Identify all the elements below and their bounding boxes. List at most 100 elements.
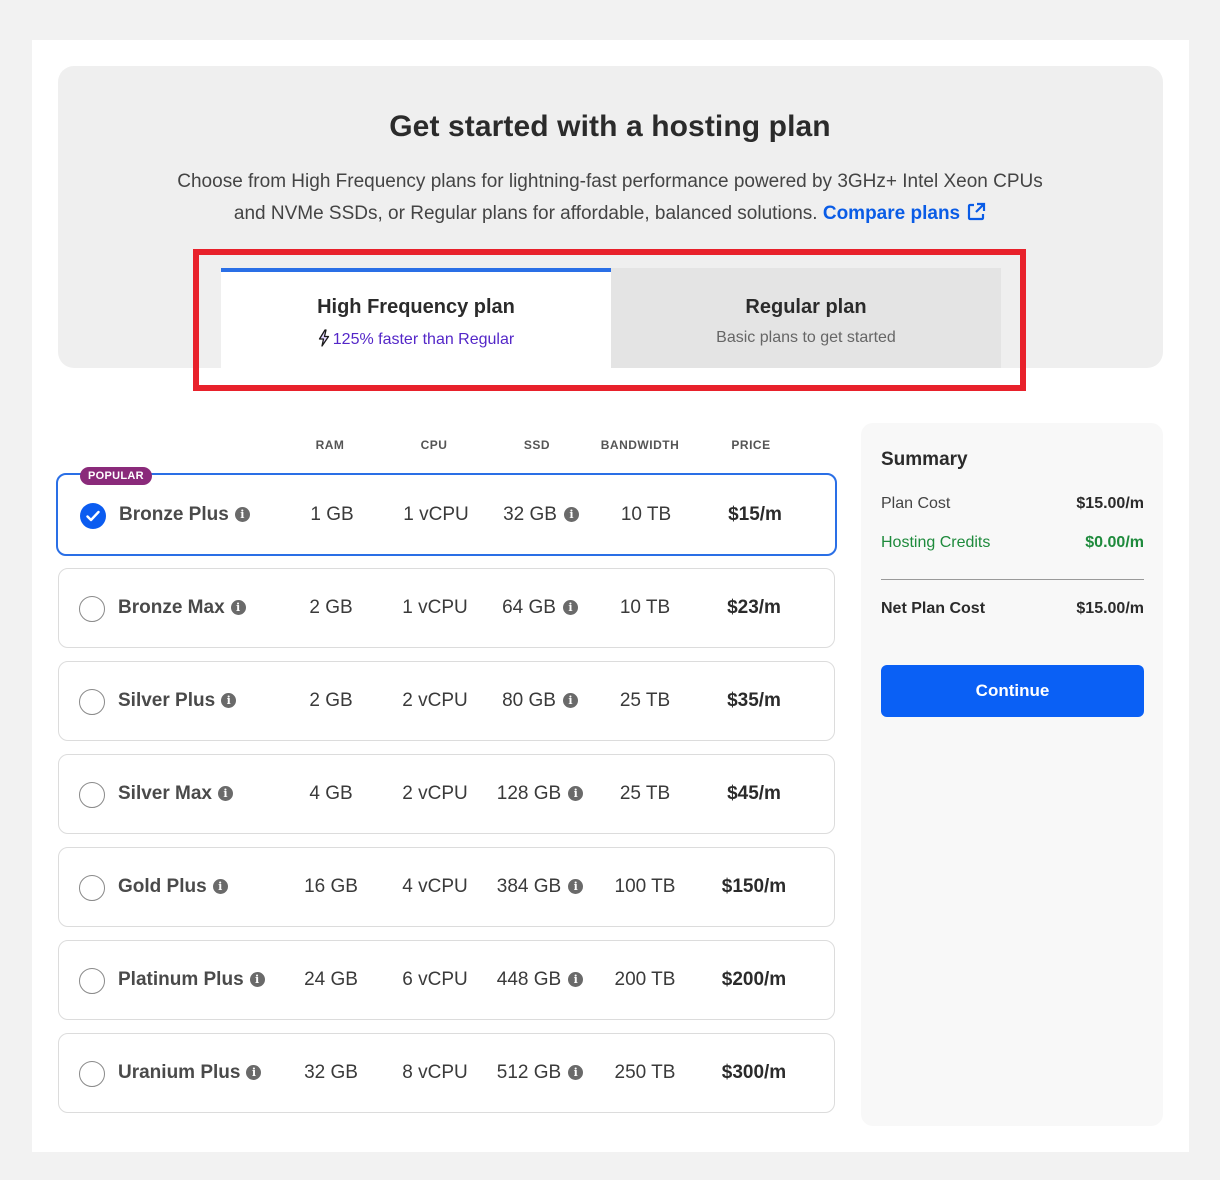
plan-cpu-text: 2 vCPU bbox=[402, 690, 468, 711]
plan-name-text: Silver Max bbox=[118, 783, 212, 804]
info-icon[interactable]: i bbox=[568, 1065, 584, 1080]
plan-bandwidth: 25 TB bbox=[595, 783, 695, 805]
plan-cost-value: $15.00/m bbox=[1076, 495, 1144, 512]
plan-price: $200/m bbox=[704, 969, 804, 991]
info-icon[interactable]: i bbox=[246, 1065, 262, 1080]
plan-price: $150/m bbox=[704, 876, 804, 898]
info-icon[interactable]: i bbox=[568, 879, 584, 894]
plan-price: $45/m bbox=[704, 783, 804, 805]
plan-bandwidth: 25 TB bbox=[595, 690, 695, 712]
tab-high-frequency[interactable]: High Frequency plan 125% faster than Reg… bbox=[221, 268, 611, 368]
tab-high-frequency-subtitle-text: 125% faster than Regular bbox=[332, 331, 515, 348]
plan-name-text: Gold Plus bbox=[118, 876, 207, 897]
plan-ssd-text: 32 GB bbox=[503, 504, 557, 525]
plan-price-text: $15/m bbox=[728, 504, 782, 525]
plan-name: Gold Plus i bbox=[118, 876, 228, 898]
plan-cpu-text: 1 vCPU bbox=[402, 597, 468, 618]
plan-cpu: 8 vCPU bbox=[385, 1062, 485, 1084]
radio-unchecked[interactable] bbox=[79, 1061, 105, 1087]
plan-row[interactable]: Silver Max i 4 GB 2 vCPU 128 GB i 25 TB $45/m bbox=[58, 754, 835, 834]
plan-name-text: Bronze Max bbox=[118, 597, 225, 618]
info-icon[interactable]: i bbox=[562, 600, 578, 615]
plan-ssd-text: 512 GB bbox=[496, 1062, 562, 1083]
page-description: Choose from High Frequency plans for lig… bbox=[160, 166, 1060, 230]
plan-ssd: 32 GB i bbox=[491, 504, 591, 526]
hosting-credits-value: $0.00/m bbox=[1085, 534, 1144, 551]
plan-ssd-text: 80 GB bbox=[502, 690, 556, 711]
plan-ram: 24 GB bbox=[281, 969, 381, 991]
plan-price: $23/m bbox=[704, 597, 804, 619]
hosting-credits-label: Hosting Credits bbox=[881, 534, 991, 551]
plan-price-text: $23/m bbox=[727, 597, 781, 618]
info-icon[interactable]: i bbox=[568, 786, 584, 801]
radio-unchecked[interactable] bbox=[79, 596, 105, 622]
plan-row[interactable]: Bronze Max i 2 GB 1 vCPU 64 GB i 10 TB $23/m bbox=[58, 568, 835, 648]
plan-name: Platinum Plus i bbox=[118, 969, 265, 991]
plan-price-text: $200/m bbox=[721, 969, 787, 990]
plan-ram: 32 GB bbox=[281, 1062, 381, 1084]
plan-name-text: Silver Plus bbox=[118, 690, 216, 711]
plan-row[interactable]: Uranium Plus i 32 GB 8 vCPU 512 GB i 250 TB $30… bbox=[58, 1033, 835, 1113]
plan-ram-text: 24 GB bbox=[304, 969, 358, 990]
plan-bandwidth: 250 TB bbox=[595, 1062, 695, 1084]
plan-cpu-text: 1 vCPU bbox=[403, 504, 469, 525]
info-icon[interactable]: i bbox=[563, 507, 579, 522]
radio-unchecked[interactable] bbox=[79, 875, 105, 901]
column-header-ssd: SSD bbox=[523, 438, 551, 452]
radio-unchecked[interactable] bbox=[79, 782, 105, 808]
tab-regular[interactable]: Regular plan Basic plans to get started bbox=[611, 268, 1001, 368]
plan-name: Bronze Plus i bbox=[119, 504, 250, 526]
lightning-bolt-icon bbox=[318, 329, 329, 347]
plan-cpu-text: 8 vCPU bbox=[402, 1062, 468, 1083]
tab-regular-subtitle: Basic plans to get started bbox=[716, 329, 896, 346]
plan-ssd: 128 GB i bbox=[490, 783, 590, 805]
plan-ram: 2 GB bbox=[281, 597, 381, 619]
radio-unchecked[interactable] bbox=[79, 968, 105, 994]
info-icon[interactable]: i bbox=[234, 507, 250, 522]
plan-bandwidth-text: 10 TB bbox=[620, 504, 672, 525]
plan-ssd: 384 GB i bbox=[490, 876, 590, 898]
info-icon[interactable]: i bbox=[568, 972, 584, 987]
summary-divider bbox=[881, 579, 1144, 580]
plan-cpu-text: 2 vCPU bbox=[402, 783, 468, 804]
plan-name-text: Bronze Plus bbox=[119, 504, 229, 525]
plan-name: Silver Plus i bbox=[118, 690, 237, 712]
plan-cpu: 1 vCPU bbox=[386, 504, 486, 526]
plan-row[interactable]: Gold Plus i 16 GB 4 vCPU 384 GB i 100 TB $150/m bbox=[58, 847, 835, 927]
plan-row[interactable]: Bronze Plus i 1 GB 1 vCPU 32 GB i 10 TB $15/m bbox=[56, 473, 837, 556]
continue-button[interactable]: Continue bbox=[881, 665, 1144, 717]
plan-name-text: Uranium Plus bbox=[118, 1062, 241, 1083]
plan-price-text: $150/m bbox=[721, 876, 787, 897]
plan-ram-text: 1 GB bbox=[310, 504, 354, 525]
info-icon[interactable]: i bbox=[218, 786, 233, 801]
plan-bandwidth-text: 10 TB bbox=[619, 597, 671, 618]
info-icon[interactable]: i bbox=[221, 693, 237, 708]
compare-plans-link[interactable]: Compare plans bbox=[822, 202, 986, 224]
plan-row[interactable]: Silver Plus i 2 GB 2 vCPU 80 GB i 25 TB $35/m bbox=[58, 661, 835, 741]
plan-ssd-text: 128 GB bbox=[496, 783, 562, 804]
external-link-icon bbox=[968, 202, 986, 221]
plan-price-text: $45/m bbox=[727, 783, 781, 804]
plan-ram-text: 32 GB bbox=[304, 1062, 358, 1083]
info-icon[interactable]: i bbox=[562, 693, 578, 708]
info-icon[interactable]: i bbox=[249, 972, 265, 987]
plan-cpu-text: 6 vCPU bbox=[402, 969, 468, 990]
page-title: Get started with a hosting plan bbox=[389, 110, 831, 143]
plan-row[interactable]: Platinum Plus i 24 GB 6 vCPU 448 GB i 200 TB $2… bbox=[58, 940, 835, 1020]
tab-high-frequency-title: High Frequency plan bbox=[317, 296, 515, 318]
plan-name: Uranium Plus i bbox=[118, 1062, 262, 1084]
plan-bandwidth: 200 TB bbox=[595, 969, 695, 991]
plan-name-text: Platinum Plus bbox=[118, 969, 244, 990]
plan-cpu: 6 vCPU bbox=[385, 969, 485, 991]
tab-regular-title: Regular plan bbox=[745, 296, 867, 318]
radio-unchecked[interactable] bbox=[79, 689, 105, 715]
plan-bandwidth-text: 100 TB bbox=[614, 876, 676, 897]
column-header-price: PRICE bbox=[731, 438, 771, 452]
plan-bandwidth-text: 200 TB bbox=[614, 969, 676, 990]
plan-bandwidth: 10 TB bbox=[596, 504, 696, 526]
net-plan-cost-value: $15.00/m bbox=[1076, 600, 1144, 617]
radio-checked[interactable] bbox=[80, 503, 106, 529]
info-icon[interactable]: i bbox=[212, 879, 228, 894]
compare-plans-label: Compare plans bbox=[822, 203, 961, 224]
info-icon[interactable]: i bbox=[230, 600, 246, 615]
